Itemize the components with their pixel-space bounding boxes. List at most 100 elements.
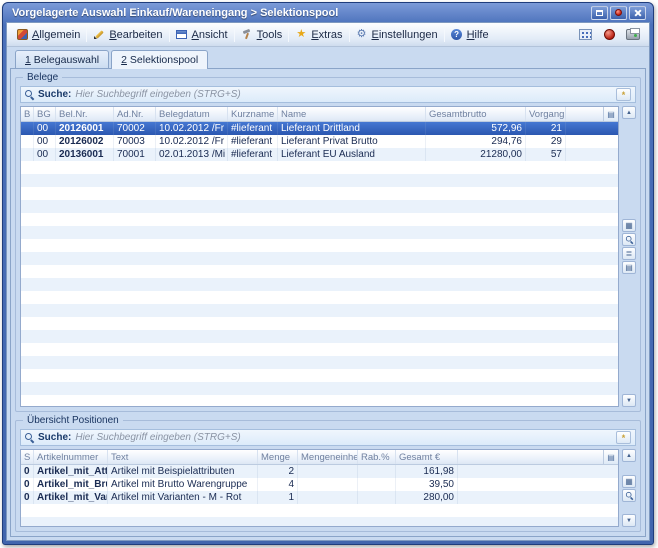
column-header-rabatt[interactable]: Rab.% — [358, 450, 396, 464]
grid-view-button[interactable]: ▦ — [622, 475, 636, 488]
menu-ansicht[interactable]: Ansicht — [171, 27, 233, 43]
scrollbar-track[interactable] — [622, 503, 636, 514]
cell-filler — [566, 135, 618, 148]
column-header-artikelnummer[interactable]: Artikelnummer — [34, 450, 108, 464]
cell-kurzname: #lieferant — [228, 148, 278, 161]
cell-text: Artikel mit Varianten - M - Rot — [108, 491, 258, 504]
scroll-up-button[interactable]: ▲ — [622, 449, 636, 462]
position-row[interactable]: 0 Artikel_mit_Brutto_W Artikel mit Brutt… — [21, 478, 618, 491]
down-arrow-icon: ▼ — [626, 398, 632, 404]
app-window: Vorgelagerte Auswahl Einkauf/Wareneingan… — [2, 2, 654, 545]
column-header-bg[interactable]: BG — [34, 107, 56, 121]
belege-table: B BG Bel.Nr. Ad.Nr. Belegdatum Kurzname … — [20, 106, 619, 407]
column-header-belnr[interactable]: Bel.Nr. — [56, 107, 114, 121]
column-header-adnr[interactable]: Ad.Nr. — [114, 107, 156, 121]
belege-table-header: B BG Bel.Nr. Ad.Nr. Belegdatum Kurzname … — [21, 107, 618, 122]
scrollbar-track[interactable] — [622, 463, 636, 474]
restore-button[interactable] — [591, 6, 608, 20]
cell-belegdatum: 10.02.2012 /Fr — [156, 135, 228, 148]
printer-icon — [626, 29, 640, 40]
positionen-search-bar[interactable]: Suche: * — [20, 429, 636, 446]
cell-gesamt: 39,50 — [396, 478, 458, 491]
menu-bearbeiten[interactable]: Bearbeiten — [88, 27, 167, 43]
cell-s: 0 — [21, 465, 34, 478]
column-header-vorgang[interactable]: Vorgang — [526, 107, 566, 121]
beleg-row[interactable]: 00 20136001 70001 02.01.2013 /Mi #liefer… — [21, 148, 618, 161]
scroll-down-button[interactable]: ▼ — [622, 394, 636, 407]
menu-einstellungen[interactable]: ⚙ Einstellungen — [351, 27, 443, 43]
belege-table-body: 00 20126001 70002 10.02.2012 /Fr #liefer… — [21, 122, 618, 406]
window-icon — [176, 29, 188, 41]
asterisk-icon: * — [622, 433, 626, 443]
record-icon — [615, 9, 622, 16]
record-toolbar-button[interactable] — [599, 26, 619, 44]
column-header-name[interactable]: Name — [278, 107, 426, 121]
print-button[interactable] — [623, 26, 643, 44]
menu-tools[interactable]: Tools — [236, 27, 288, 43]
cell-name: Lieferant Drittland — [278, 122, 426, 135]
positionen-table: S Artikelnummer Text Menge Mengeneinheit… — [20, 449, 619, 527]
columns-icon: ▤ — [607, 110, 615, 119]
column-header-gesamtbrutto[interactable]: Gesamtbrutto — [426, 107, 526, 121]
list-view-button[interactable]: ≣ — [622, 247, 636, 260]
window-title: Vorgelagerte Auswahl Einkauf/Wareneingan… — [12, 7, 338, 19]
beleg-row[interactable]: 00 20126002 70003 10.02.2012 /Fr #liefer… — [21, 135, 618, 148]
scrollbar-track[interactable] — [622, 120, 636, 218]
cell-filler — [458, 478, 618, 491]
scroll-up-button[interactable]: ▲ — [622, 106, 636, 119]
column-header-filler — [566, 107, 603, 121]
cell-belegdatum: 02.01.2013 /Mi — [156, 148, 228, 161]
column-chooser-button[interactable]: ▤ — [603, 107, 618, 121]
cell-kurzname: #lieferant — [228, 122, 278, 135]
cell-menge: 1 — [258, 491, 298, 504]
grid-icon: ▦ — [625, 221, 633, 230]
position-row[interactable]: 0 Artikel_mit_Attributen Artikel mit Bei… — [21, 465, 618, 478]
tab-bar: 1 Belegauswahl 2 Selektionspool — [7, 47, 649, 68]
tab-belegauswahl[interactable]: 1 Belegauswahl — [15, 50, 109, 68]
quick-search-button[interactable] — [622, 489, 636, 502]
cell-artikelnummer: Artikel_mit_Brutto_W — [34, 478, 108, 491]
column-header-s[interactable]: S — [21, 450, 34, 464]
belege-search-bar[interactable]: Suche: * — [20, 86, 636, 103]
list-icon: ≣ — [626, 249, 633, 258]
menu-allgemein[interactable]: Allgemein — [11, 27, 85, 43]
menu-extras[interactable]: ★ Extras — [290, 27, 347, 43]
group-label: Belege — [23, 72, 62, 83]
cell-adnr: 70001 — [114, 148, 156, 161]
cell-name: Lieferant Privat Brutto — [278, 135, 426, 148]
column-header-mengeneinheit[interactable]: Mengeneinheit — [298, 450, 358, 464]
column-header-b[interactable]: B — [21, 107, 34, 121]
columns-view-button[interactable]: ▤ — [622, 261, 636, 274]
scroll-down-button[interactable]: ▼ — [622, 514, 636, 527]
keypad-button[interactable] — [575, 26, 595, 44]
cell-rabatt — [358, 465, 396, 478]
menu-separator — [444, 28, 445, 42]
column-header-kurzname[interactable]: Kurzname — [228, 107, 278, 121]
column-header-text[interactable]: Text — [108, 450, 258, 464]
belege-search-input[interactable] — [75, 89, 612, 100]
position-row[interactable]: 0 Artikel_mit_Varianten Artikel mit Vari… — [21, 491, 618, 504]
record-button[interactable] — [610, 6, 627, 20]
search-options-button[interactable]: * — [616, 88, 631, 101]
cell-mengeneinheit — [298, 491, 358, 504]
column-header-gesamt[interactable]: Gesamt € — [396, 450, 458, 464]
tab-selektionspool[interactable]: 2 Selektionspool — [111, 50, 208, 69]
grid-view-button[interactable]: ▦ — [622, 219, 636, 232]
menu-hilfe[interactable]: ? Hilfe — [446, 27, 494, 43]
menu-separator — [234, 28, 235, 42]
cell-vorgang: 21 — [526, 122, 566, 135]
quick-search-button[interactable] — [622, 233, 636, 246]
up-arrow-icon: ▲ — [626, 453, 632, 459]
scrollbar-track[interactable] — [622, 275, 636, 393]
close-button[interactable] — [629, 6, 646, 20]
column-header-belegdatum[interactable]: Belegdatum — [156, 107, 228, 121]
column-chooser-button[interactable]: ▤ — [603, 450, 618, 464]
positionen-scrollbar: ▲ ▦ ▼ — [622, 449, 636, 527]
search-options-button[interactable]: * — [616, 431, 631, 444]
titlebar[interactable]: Vorgelagerte Auswahl Einkauf/Wareneingan… — [6, 3, 650, 22]
cell-rabatt — [358, 478, 396, 491]
positionen-search-input[interactable] — [75, 432, 612, 443]
beleg-row[interactable]: 00 20126001 70002 10.02.2012 /Fr #liefer… — [21, 122, 618, 135]
column-header-menge[interactable]: Menge — [258, 450, 298, 464]
search-label: Suche: — [38, 89, 71, 100]
